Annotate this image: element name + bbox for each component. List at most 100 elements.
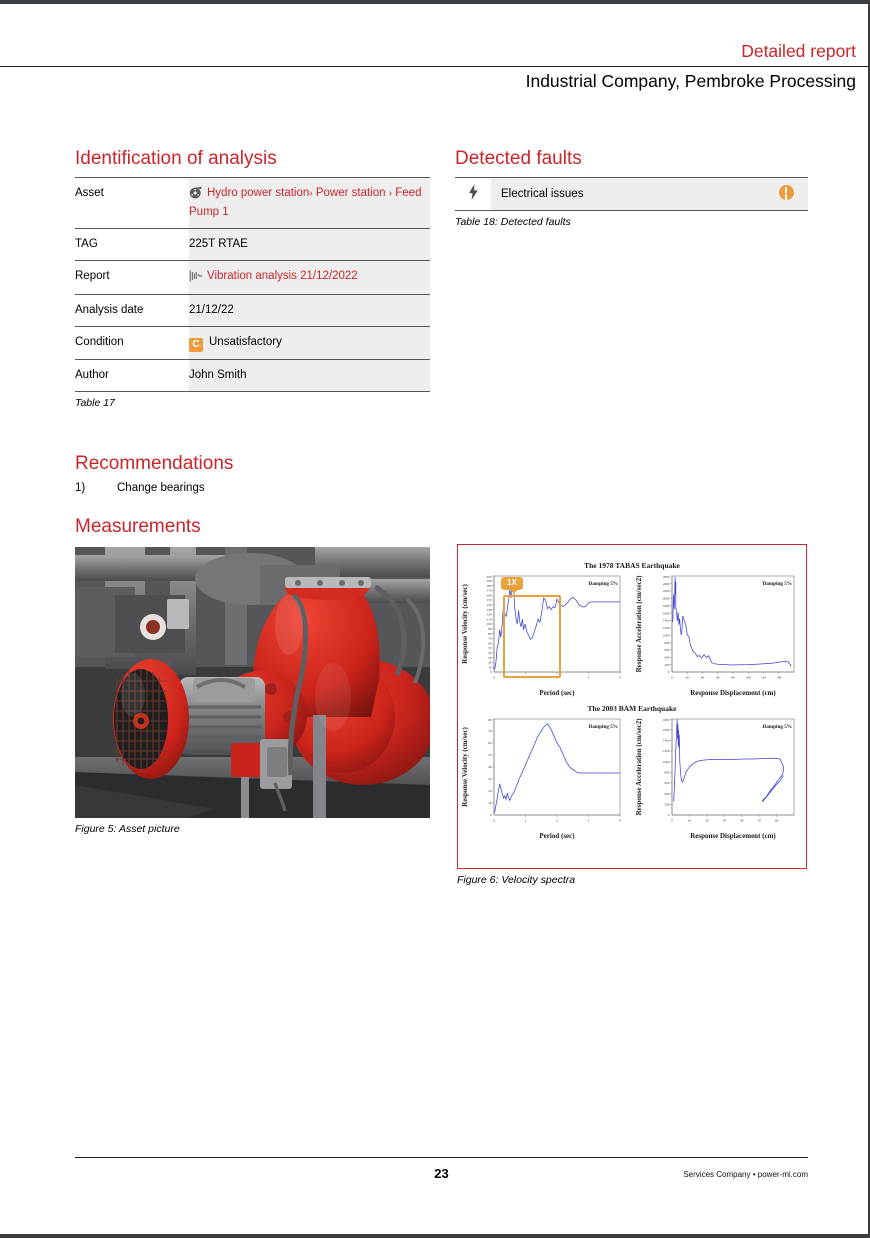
svg-text:60: 60 bbox=[775, 819, 779, 823]
svg-text:20: 20 bbox=[686, 676, 690, 680]
fault-icon-cell bbox=[455, 176, 491, 211]
y-axis-label: Response Velocity (cm/sec) bbox=[461, 583, 469, 663]
recommendations-list: 1) Change bearings bbox=[75, 482, 430, 494]
svg-text:1800: 1800 bbox=[663, 718, 670, 722]
footer-site[interactable]: power-mi.com bbox=[758, 1170, 808, 1179]
svg-text:Damping 5%: Damping 5% bbox=[588, 581, 618, 587]
svg-text:30: 30 bbox=[723, 819, 727, 823]
y-axis-label: Response Acceleration (cm/sec2) bbox=[635, 718, 643, 815]
svg-text:4: 4 bbox=[619, 819, 621, 823]
svg-text:180: 180 bbox=[487, 584, 492, 588]
chart-tabas-velocity: 0 10 20 30 40 50 60 70 80 90 100 110 120 130 140 1… bbox=[458, 570, 632, 698]
svg-text:Damping 5%: Damping 5% bbox=[762, 581, 792, 587]
detected-faults-table: Electrical issues bbox=[455, 176, 808, 211]
svg-text:200: 200 bbox=[665, 803, 670, 807]
row-value-tag: 225T RTAE bbox=[189, 228, 430, 261]
svg-text:4: 4 bbox=[619, 676, 621, 680]
svg-text:Damping 5%: Damping 5% bbox=[588, 724, 618, 730]
report-page: Detailed report Industrial Company, Pemb… bbox=[0, 0, 870, 1238]
svg-text:800: 800 bbox=[665, 641, 670, 645]
report-title: Detailed report bbox=[741, 41, 856, 61]
svg-text:170: 170 bbox=[487, 589, 492, 593]
svg-text:30: 30 bbox=[488, 777, 492, 781]
asset-path-separator-1: › bbox=[309, 187, 313, 199]
asset-picture-figure: Figure 5: Asset picture bbox=[75, 547, 430, 835]
svg-text:40: 40 bbox=[701, 676, 705, 680]
svg-text:200: 200 bbox=[665, 663, 670, 667]
chart-row-top: 0 10 20 30 40 50 60 70 80 90 100 110 120 130 140 1… bbox=[458, 570, 806, 698]
measurements-heading: Measurements bbox=[75, 516, 201, 537]
row-value-condition: C Unsatisfactory bbox=[189, 326, 430, 360]
svg-text:Damping 5%: Damping 5% bbox=[762, 724, 792, 730]
svg-text:50: 50 bbox=[488, 646, 492, 650]
fault-severity-cell bbox=[764, 176, 808, 211]
recommendation-text: Change bearings bbox=[117, 481, 205, 494]
svg-text:80: 80 bbox=[488, 718, 492, 722]
svg-text:20: 20 bbox=[705, 819, 709, 823]
warning-circle-icon bbox=[778, 184, 794, 200]
svg-text:70: 70 bbox=[488, 729, 492, 733]
page-header: Detailed report Industrial Company, Pemb… bbox=[0, 40, 868, 93]
svg-text:1000: 1000 bbox=[663, 760, 670, 764]
row-value-report: Vibration analysis 21/12/2022 bbox=[189, 259, 430, 295]
svg-text:1200: 1200 bbox=[663, 749, 670, 753]
svg-text:110: 110 bbox=[487, 617, 492, 621]
svg-text:120: 120 bbox=[487, 613, 492, 617]
asset-path-part-1[interactable]: Hydro power station bbox=[207, 187, 309, 199]
svg-text:600: 600 bbox=[665, 781, 670, 785]
asset-path-part-2[interactable]: Power station bbox=[316, 187, 386, 199]
page-footer: 23 Services Company • power-mi.com bbox=[75, 1157, 808, 1192]
svg-text:60: 60 bbox=[488, 741, 492, 745]
svg-text:2: 2 bbox=[556, 676, 558, 680]
svg-text:2000: 2000 bbox=[663, 597, 670, 601]
status-badge: C bbox=[189, 338, 203, 353]
asset-path-separator-2: › bbox=[388, 187, 393, 199]
lightning-icon bbox=[468, 184, 479, 203]
figure-6-caption: Figure 6: Velocity spectra bbox=[457, 874, 576, 886]
svg-text:30: 30 bbox=[488, 656, 492, 660]
svg-text:1800: 1800 bbox=[663, 604, 670, 608]
svg-text:20: 20 bbox=[488, 661, 492, 665]
svg-text:0: 0 bbox=[668, 670, 670, 674]
svg-text:2200: 2200 bbox=[663, 589, 670, 593]
row-label-tag: TAG bbox=[75, 228, 189, 261]
fault-label: Electrical issues bbox=[491, 176, 764, 211]
svg-text:800: 800 bbox=[665, 771, 670, 775]
row-value-author: John Smith bbox=[189, 359, 430, 392]
row-label-analysis-date: Analysis date bbox=[75, 294, 189, 327]
list-item: 1) Change bearings bbox=[75, 482, 430, 494]
svg-text:50: 50 bbox=[757, 819, 761, 823]
svg-text:1400: 1400 bbox=[663, 739, 670, 743]
svg-text:150: 150 bbox=[487, 598, 492, 602]
svg-text:1600: 1600 bbox=[663, 728, 670, 732]
svg-text:1400: 1400 bbox=[663, 619, 670, 623]
svg-text:0: 0 bbox=[490, 670, 492, 674]
row-label-asset: Asset bbox=[75, 176, 189, 229]
report-link[interactable]: Vibration analysis 21/12/2022 bbox=[207, 270, 358, 282]
detected-faults-column: Detected faults Electrical issues Table … bbox=[455, 148, 808, 228]
identification-column: Identification of analysis Asset Hydro p… bbox=[75, 148, 430, 497]
x-axis-label: Response Displacement (cm) bbox=[690, 832, 776, 840]
svg-text:400: 400 bbox=[665, 792, 670, 796]
svg-text:400: 400 bbox=[665, 656, 670, 660]
svg-text:3: 3 bbox=[588, 676, 590, 680]
waveform-icon bbox=[189, 270, 203, 288]
svg-text:200: 200 bbox=[487, 575, 492, 579]
svg-text:1600: 1600 bbox=[663, 611, 670, 615]
chart-bam-velocity: 0 10 20 30 40 50 60 70 80 0 1 2 3 4 Damping 5% bbox=[458, 713, 632, 841]
figure-5-caption: Figure 5: Asset picture bbox=[75, 823, 180, 835]
row-value-analysis-date: 21/12/22 bbox=[189, 294, 430, 327]
x-axis-label: Response Displacement (cm) bbox=[690, 689, 776, 697]
x-axis-label: Period (sec) bbox=[539, 689, 575, 697]
svg-text:0: 0 bbox=[490, 813, 492, 817]
svg-text:10: 10 bbox=[688, 819, 692, 823]
svg-text:10: 10 bbox=[488, 665, 492, 669]
svg-text:80: 80 bbox=[731, 676, 735, 680]
svg-text:60: 60 bbox=[488, 641, 492, 645]
svg-text:0: 0 bbox=[668, 813, 670, 817]
svg-text:50: 50 bbox=[488, 753, 492, 757]
svg-text:40: 40 bbox=[488, 765, 492, 769]
identification-table: Asset Hydro power station› Power station… bbox=[75, 176, 430, 392]
y-axis-label: Response Acceleration (cm/sec2) bbox=[635, 575, 643, 672]
svg-text:40: 40 bbox=[740, 819, 744, 823]
